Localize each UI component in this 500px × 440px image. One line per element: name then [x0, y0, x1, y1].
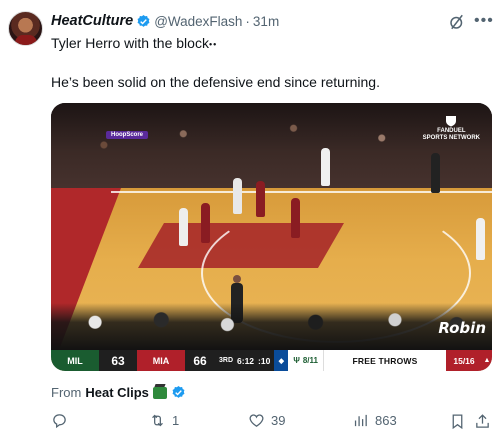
network-logo: ◆ [274, 350, 289, 371]
heat-flame-icon: ▲ [482, 350, 492, 371]
sponsor-logo: FANDUEL SPORTS NETWORK [423, 115, 480, 141]
player [431, 153, 440, 193]
like-button[interactable]: 39 [248, 412, 285, 429]
reply-button[interactable] [51, 412, 74, 429]
verified-icon [137, 14, 150, 27]
share-icon[interactable] [474, 413, 491, 430]
attribution-source[interactable]: Heat Clips [85, 385, 149, 400]
tweet-text-line2: He’s been solid on the defensive end sin… [51, 74, 380, 90]
clock: 6:12 [237, 355, 255, 366]
bonus-stat: Ψ 8/11 [288, 350, 324, 371]
timestamp[interactable]: 31m [253, 14, 279, 29]
sponsor-name: FANDUEL [437, 128, 466, 134]
verified-icon [172, 385, 185, 398]
player [233, 178, 242, 214]
ft-stat: 15/16 [446, 350, 482, 371]
tweet-text: Tyler Herro with the block [51, 35, 209, 51]
eyes-emoji: •• [208, 39, 218, 50]
player [256, 181, 265, 217]
views-button[interactable]: 863 [352, 412, 397, 429]
team1-logo: MIL [51, 350, 99, 371]
team2-score: 66 [185, 350, 215, 371]
attribution-prefix: From [51, 385, 82, 400]
player [179, 208, 188, 246]
player [291, 198, 300, 238]
avatar[interactable] [8, 11, 43, 46]
display-name[interactable]: HeatCulture [51, 13, 133, 29]
grok-icon[interactable] [448, 13, 466, 31]
attribution: From Heat Clips [51, 385, 189, 400]
separator: · [245, 13, 250, 29]
quarter: 3RD [219, 357, 234, 364]
more-icon[interactable]: ••• [474, 12, 493, 30]
player [321, 148, 330, 186]
reply-icon [53, 414, 66, 429]
views-icon [354, 414, 367, 427]
team2-logo: MIA [137, 350, 185, 371]
shot-clock: :10 [258, 355, 271, 366]
handle[interactable]: @WadexFlash [154, 14, 242, 29]
video-player[interactable]: HoopScore FANDUEL SPORTS NETWORK Robin M… [51, 103, 492, 371]
shield-icon [446, 116, 457, 127]
game-clock: 3RD 6:12 :10 [215, 350, 275, 371]
like-icon [249, 414, 264, 427]
game-status: FREE THROWS [323, 350, 446, 371]
tweet-header: HeatCulture @WadexFlash · 31m [51, 13, 279, 29]
retweet-icon [152, 414, 163, 427]
tweet-text-line1: Tyler Herro with the block•• [51, 35, 217, 51]
player [476, 218, 485, 260]
clapperboard-icon [152, 386, 167, 399]
bookmark-icon[interactable] [449, 413, 466, 430]
sponsor-subtitle: SPORTS NETWORK [422, 134, 480, 141]
tweet: HeatCulture @WadexFlash · 31m ••• Tyler … [0, 0, 500, 440]
scoreboard: MIL 63 MIA 66 3RD 6:12 :10 ◆ Ψ 8/11 FREE… [51, 350, 492, 371]
bonus-value: 8/11 [302, 356, 318, 365]
retweet-button[interactable]: 1 [149, 412, 179, 429]
like-count: 39 [271, 413, 286, 428]
retweet-count: 1 [172, 413, 180, 428]
team1-score: 63 [99, 350, 137, 371]
action-bar: 1 39 863 [51, 412, 492, 434]
courtside-crowd [51, 303, 492, 351]
deer-icon: Ψ [293, 356, 300, 365]
views-count: 863 [375, 413, 397, 428]
led-board: HoopScore [106, 131, 149, 139]
court-ad: Robin [438, 319, 486, 337]
player [201, 203, 210, 243]
